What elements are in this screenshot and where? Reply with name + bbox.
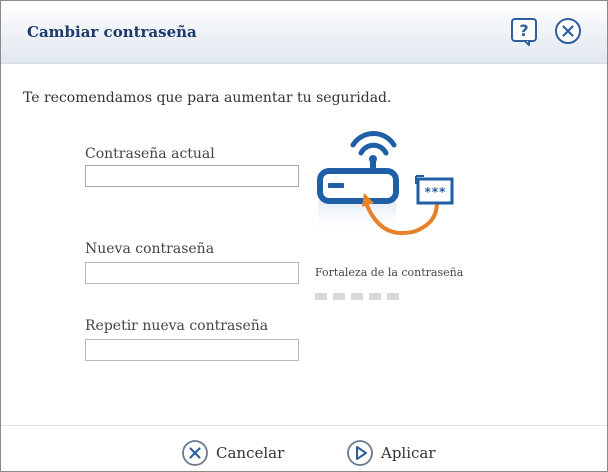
dialog-title: Cambiar contraseña <box>27 23 197 41</box>
svg-text:***: *** <box>424 185 446 199</box>
apply-label: Aplicar <box>381 444 436 462</box>
current-password-input[interactable] <box>85 165 299 187</box>
password-strength-label: Fortaleza de la contraseña <box>315 266 464 279</box>
close-button[interactable] <box>553 16 583 46</box>
close-icon <box>555 18 581 44</box>
cancel-button[interactable]: Cancelar <box>180 439 284 467</box>
change-password-dialog: Cambiar contraseña ? Te recomendamos que… <box>0 0 608 472</box>
cancel-icon <box>182 440 208 466</box>
svg-text:?: ? <box>519 21 528 40</box>
new-password-label: Nueva contraseña <box>85 241 215 257</box>
strength-segment <box>387 293 399 300</box>
title-bar: Cambiar contraseña ? <box>1 1 607 64</box>
new-password-input[interactable] <box>85 262 299 284</box>
help-icon: ? <box>511 18 537 46</box>
footer-divider <box>1 425 607 426</box>
intro-text: Te recomendamos que para aumentar tu seg… <box>23 90 392 106</box>
play-icon <box>347 440 373 466</box>
cancel-label: Cancelar <box>216 444 285 462</box>
strength-segment <box>369 293 381 300</box>
strength-segment <box>351 293 363 300</box>
strength-segment <box>315 293 327 300</box>
repeat-password-input[interactable] <box>85 339 299 361</box>
apply-button[interactable]: Aplicar <box>345 439 436 467</box>
router-password-illustration: *** <box>317 131 454 236</box>
help-button[interactable]: ? <box>509 16 539 46</box>
repeat-password-label: Repetir nueva contraseña <box>85 318 269 334</box>
strength-segment <box>333 293 345 300</box>
current-password-label: Contraseña actual <box>85 146 215 162</box>
password-strength-meter <box>315 293 399 300</box>
